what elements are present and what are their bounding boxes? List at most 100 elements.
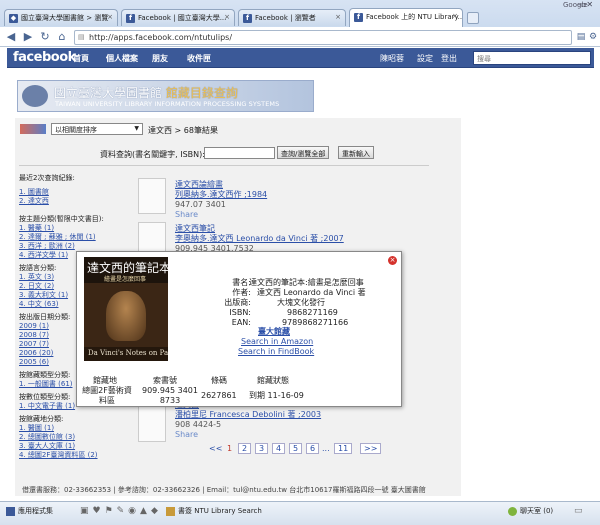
pager-page[interactable]: 4 xyxy=(272,443,286,454)
reset-button[interactable]: 重新輸入 xyxy=(338,146,374,159)
tab-1[interactable]: ◆ 國立臺灣大學圖書館 > 瀏覽 × xyxy=(4,9,118,26)
banner-subtitle: TAIWAN UNIVERSITY LIBRARY INFORMATION PR… xyxy=(55,100,280,108)
breadcrumb: 達文西 > 68筆結果 xyxy=(148,126,218,135)
result-author[interactable]: 李奧納多.達文西 Leonardo da Vinci 著 ;2007 xyxy=(175,234,344,244)
nav-settings[interactable]: 設定 xyxy=(417,53,433,64)
pager-prev[interactable]: << xyxy=(209,444,222,453)
back-arrow-icon[interactable]: ◀ xyxy=(4,30,18,44)
facebook-logo[interactable]: facebook xyxy=(13,50,76,65)
location-item[interactable]: 1. 醫圖 (1) xyxy=(19,424,104,433)
recent-item[interactable]: 1. 圖書館 xyxy=(19,188,104,197)
home-icon[interactable]: ⌂ xyxy=(55,30,69,44)
page-icon: ▤ xyxy=(78,33,85,41)
url-text: http://apps.facebook.com/ntutulips/ xyxy=(89,33,233,42)
table-header: 館藏狀態 xyxy=(257,376,289,385)
location-item[interactable]: 2. 總圖數位館 (3) xyxy=(19,433,104,442)
pager-next[interactable]: >> xyxy=(360,443,382,454)
tab-4-active[interactable]: f Facebook 上的 NTU Library... × xyxy=(349,8,463,27)
search-all-button[interactable]: 查詢/瀏覽全部 xyxy=(277,146,330,159)
chat-status-icon xyxy=(508,507,517,516)
chat-label[interactable]: 聊天室 (0) xyxy=(520,506,553,516)
result-call-number: 947.07 3401 xyxy=(175,200,226,209)
result-author[interactable]: 列奧納多.達文西作 ;1984 xyxy=(175,190,267,200)
bookmark-icon xyxy=(166,507,175,516)
detail-value: 9868271169 xyxy=(287,308,338,317)
close-tab-icon[interactable]: × xyxy=(452,12,458,20)
detail-label: 作者: xyxy=(232,288,251,297)
nav-logout[interactable]: 登出 xyxy=(441,53,457,64)
divider xyxy=(19,165,429,166)
location-heading: 按館藏地分類: xyxy=(19,415,64,423)
reload-icon[interactable]: ↻ xyxy=(38,30,52,44)
share-link[interactable]: Share xyxy=(175,210,267,220)
sort-select[interactable]: 以相關度排序 ▼ xyxy=(51,123,143,135)
subject-item[interactable]: 3. 西洋 ; 歐洲 (2) xyxy=(19,242,104,251)
facebook-favicon-icon: f xyxy=(243,14,252,23)
facebook-favicon-icon: f xyxy=(354,13,363,22)
book-thumbnail[interactable] xyxy=(138,406,166,442)
bookmark-icons[interactable]: ▣♥⚑✎◉▲◆ xyxy=(80,506,162,516)
detail-value: 9789868271166 xyxy=(282,318,349,327)
facebook-search-input[interactable]: 搜尋 xyxy=(473,51,591,65)
tab-2[interactable]: f Facebook | 國立臺灣大學... × xyxy=(121,9,235,26)
amazon-link[interactable]: Search in Amazon xyxy=(241,337,313,347)
ntu-logo-icon xyxy=(22,85,48,107)
browser-status-bar: 應用程式集 ▣♥⚑✎◉▲◆ 書簽 NTU Library Search 聊天室 … xyxy=(0,501,600,525)
portrait-figure xyxy=(106,291,146,341)
cover-subtitle: 繪畫是怎麼回事 xyxy=(104,276,147,283)
location-item[interactable]: 4. 總圖2F臺灣資料區 (2) xyxy=(19,451,104,460)
nav-user-name[interactable]: 陳昭蓉 xyxy=(380,53,404,64)
apps-icon[interactable] xyxy=(6,507,15,516)
close-icon[interactable]: × xyxy=(388,256,397,265)
close-tab-icon[interactable]: × xyxy=(335,13,341,21)
tab-3[interactable]: f Facebook | 瀏覽者 × xyxy=(238,9,346,26)
subject-item[interactable]: 2. 達爾 ; 蘇雅 ; 休閒 (1) xyxy=(19,233,104,242)
bookmark-label[interactable]: 書簽 NTU Library Search xyxy=(178,506,262,516)
banner-title: 國立臺灣大學圖書館 館藏目錄查詢 xyxy=(54,86,238,100)
close-tab-icon[interactable]: × xyxy=(107,13,113,21)
share-link[interactable]: Share xyxy=(175,430,321,440)
detail-label: 書名: xyxy=(232,278,251,287)
close-tab-icon[interactable]: × xyxy=(224,13,230,21)
table-header: 館藏地 xyxy=(93,376,117,385)
findbook-link[interactable]: Search in FindBook xyxy=(238,347,314,357)
book-thumbnail[interactable] xyxy=(138,178,166,214)
keyword-input[interactable] xyxy=(204,147,275,159)
table-cell-barcode: 2627861 xyxy=(201,391,237,400)
new-tab-button[interactable] xyxy=(467,12,479,24)
result-title[interactable]: 達文西筆記 xyxy=(175,224,344,234)
forward-arrow-icon[interactable]: ▶ xyxy=(21,30,35,44)
nav-inbox[interactable]: 收件匣 xyxy=(187,53,211,64)
location-item[interactable]: 3. 臺大人文庫 (1) xyxy=(19,442,104,451)
recent-item[interactable]: 2. 達文西 xyxy=(19,197,104,206)
sort-icon xyxy=(20,124,46,134)
facebook-top-bar: facebook 首頁 個人檔案 朋友 收件匣 陳昭蓉 設定 登出 搜尋 xyxy=(7,48,594,68)
detail-label: 出版商: xyxy=(224,298,251,307)
address-bar[interactable]: ▤ http://apps.facebook.com/ntutulips/ xyxy=(74,30,572,45)
pager-page[interactable]: 11 xyxy=(334,443,353,454)
nav-profile[interactable]: 個人檔案 xyxy=(106,53,138,64)
detail-label: ISBN: xyxy=(229,308,251,317)
tab-label: 國立臺灣大學圖書館 > 瀏覽 xyxy=(21,14,109,22)
book-thumbnail[interactable] xyxy=(138,222,166,252)
pager-page[interactable]: 6 xyxy=(306,443,320,454)
cover-english-title: Da Vinci's Notes on Painting xyxy=(88,349,168,357)
library-footer: 借還書服務：02-33662353 | 參考諮詢：02-33662326 | E… xyxy=(22,486,426,494)
pager-current[interactable]: 1 xyxy=(227,444,232,453)
book-cover-image: 達文西的筆記本 繪畫是怎麼回事 Da Vinci's Notes on Pain… xyxy=(84,257,168,361)
subject-item[interactable]: 1. 醫藥 (1) xyxy=(19,224,104,233)
result-title[interactable]: 達文西論繪畫 xyxy=(175,180,267,190)
ntu-holdings-link[interactable]: 臺大館藏 xyxy=(258,327,290,337)
nav-home[interactable]: 首頁 xyxy=(73,53,89,64)
detail-value: 達文西的筆記本:繪畫是怎麼回事 xyxy=(249,278,364,287)
wrench-icon[interactable]: ⚙ xyxy=(586,30,600,44)
pager-page[interactable]: 5 xyxy=(289,443,303,454)
result-author[interactable]: 潘柏里尼 Francesca Debolini 著 ;2003 xyxy=(175,410,321,420)
apps-label[interactable]: 應用程式集 xyxy=(18,506,53,516)
result-call-number: 908 4424-5 xyxy=(175,420,222,429)
window-controls[interactable]: –▫✕ xyxy=(577,0,593,9)
pager-page[interactable]: 3 xyxy=(255,443,269,454)
pager-page[interactable]: 2 xyxy=(238,443,252,454)
notification-icon[interactable]: ▭ xyxy=(574,506,583,516)
nav-friends[interactable]: 朋友 xyxy=(152,53,168,64)
